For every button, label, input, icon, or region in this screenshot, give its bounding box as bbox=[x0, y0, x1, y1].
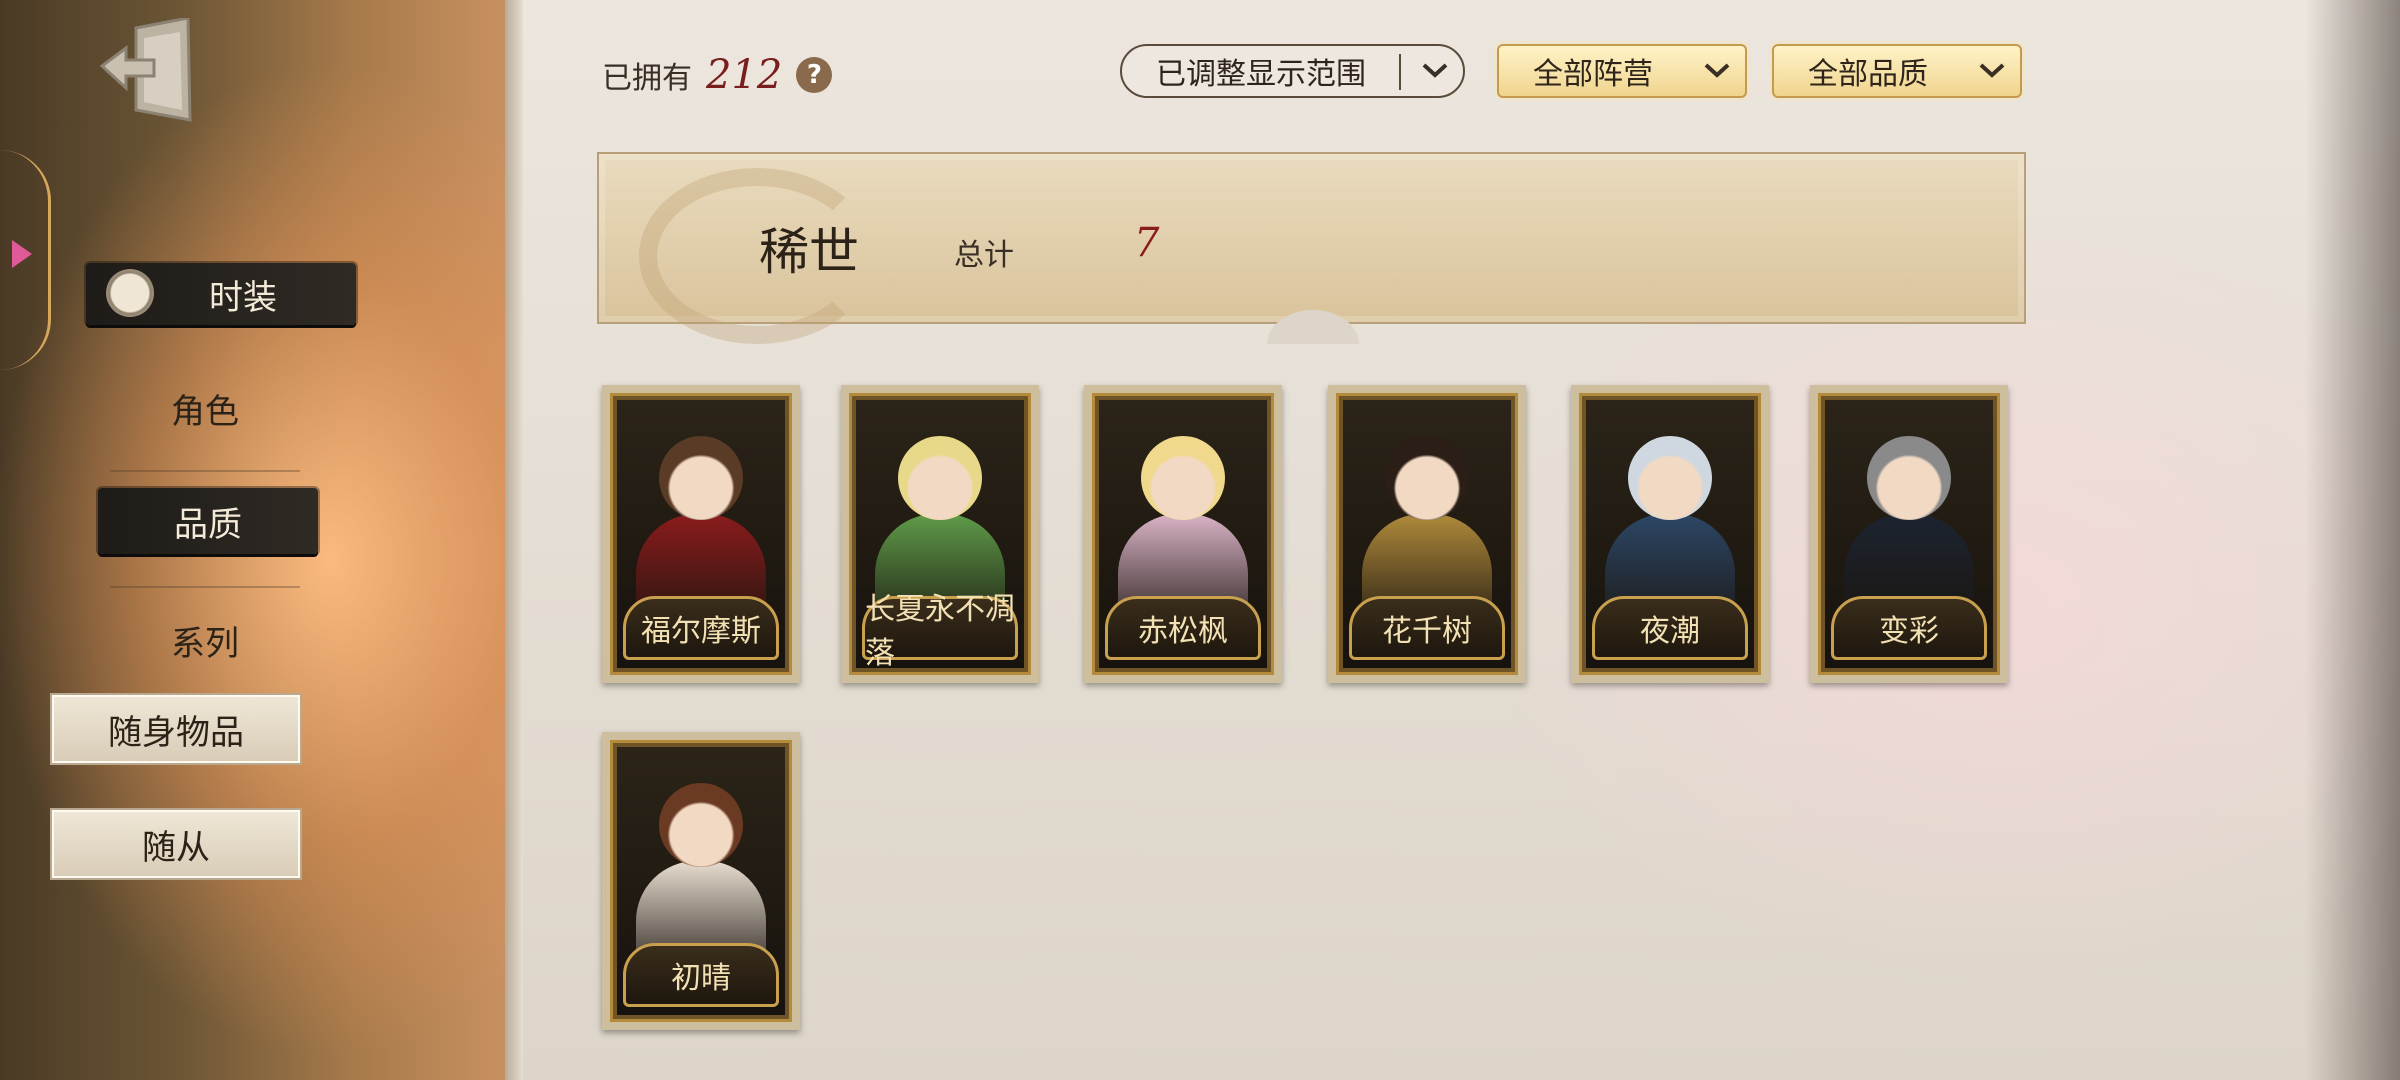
help-icon[interactable]: ? bbox=[796, 57, 833, 93]
card-frame: 花千树 bbox=[1336, 393, 1518, 675]
costume-card[interactable]: 夜潮 bbox=[1571, 385, 1769, 683]
main-panel: 已拥有 212 ? 已调整显示范围 全部阵营 全部品质 稀世 总计 7 福尔摩斯… bbox=[505, 0, 2400, 1080]
card-name-label: 变彩 bbox=[1831, 596, 1987, 660]
costume-card[interactable]: 花千树 bbox=[1328, 385, 1526, 683]
display-range-dropdown[interactable]: 已调整显示范围 bbox=[1120, 44, 1465, 98]
sidebar-item-series[interactable]: 系列 bbox=[110, 610, 300, 670]
camp-filter-dropdown[interactable]: 全部阵营 bbox=[1497, 44, 1747, 98]
sidebar-item-label: 随身物品 bbox=[108, 712, 244, 753]
chevron-down-icon bbox=[1422, 63, 1448, 78]
card-frame: 变彩 bbox=[1818, 393, 2000, 675]
owned-count: 212 bbox=[706, 52, 783, 98]
sidebar-item-label: 时装 bbox=[209, 277, 277, 318]
card-frame: 长夏永不凋落 bbox=[849, 393, 1031, 675]
character-head bbox=[1867, 436, 1951, 520]
section-title: 稀世 bbox=[759, 223, 859, 281]
card-name-label: 福尔摩斯 bbox=[623, 596, 779, 660]
character-head bbox=[1141, 436, 1225, 520]
costume-card[interactable]: 变彩 bbox=[1810, 385, 2008, 683]
dropdown-label: 全部品质 bbox=[1808, 57, 1928, 92]
sidebar-item-quality[interactable]: 品质 bbox=[98, 488, 318, 554]
quality-filter-dropdown[interactable]: 全部品质 bbox=[1772, 44, 2022, 98]
sidebar: 时装 角色 品质 系列 随身物品 随从 bbox=[0, 0, 505, 1080]
owned-label: 已拥有 bbox=[602, 61, 692, 96]
exit-icon[interactable] bbox=[98, 18, 198, 126]
dropdown-label: 已调整显示范围 bbox=[1156, 57, 1366, 92]
total-label: 总计 bbox=[954, 238, 1014, 273]
sidebar-item-followers[interactable]: 随从 bbox=[52, 810, 300, 878]
card-name-label: 花千树 bbox=[1349, 596, 1505, 660]
costume-card[interactable]: 赤松枫 bbox=[1084, 385, 1282, 683]
total-count: 7 bbox=[1134, 220, 1160, 266]
sidebar-item-fashion[interactable]: 时装 bbox=[86, 263, 356, 325]
sidebar-item-label: 随从 bbox=[142, 827, 210, 868]
sidebar-item-accessories[interactable]: 随身物品 bbox=[52, 695, 300, 763]
chevron-down-icon bbox=[1979, 63, 2005, 78]
character-head bbox=[1385, 436, 1469, 520]
card-name-label: 赤松枫 bbox=[1105, 596, 1261, 660]
card-frame: 福尔摩斯 bbox=[610, 393, 792, 675]
character-head bbox=[1628, 436, 1712, 520]
shield-icon bbox=[106, 269, 154, 317]
costume-card[interactable]: 初晴 bbox=[602, 732, 800, 1030]
rarity-section-banner: 稀世 总计 7 bbox=[597, 152, 2026, 344]
divider bbox=[110, 470, 300, 472]
card-frame: 夜潮 bbox=[1579, 393, 1761, 675]
sidebar-item-character[interactable]: 角色 bbox=[110, 378, 300, 438]
owned-counter: 已拥有 212 ? bbox=[602, 52, 833, 98]
card-frame: 赤松枫 bbox=[1092, 393, 1274, 675]
card-name-label: 初晴 bbox=[623, 943, 779, 1007]
chevron-down-icon bbox=[1704, 63, 1730, 78]
divider bbox=[110, 586, 300, 588]
card-name-label: 长夏永不凋落 bbox=[862, 592, 1018, 671]
expand-arrow-icon[interactable] bbox=[12, 240, 32, 268]
sidebar-item-label: 角色 bbox=[171, 391, 239, 432]
dropdown-label: 全部阵营 bbox=[1533, 57, 1653, 92]
character-head bbox=[659, 783, 743, 867]
sidebar-item-label: 品质 bbox=[174, 504, 242, 545]
character-head bbox=[898, 436, 982, 520]
sidebar-item-label: 系列 bbox=[171, 623, 239, 664]
card-name-label: 夜潮 bbox=[1592, 596, 1748, 660]
costume-card[interactable]: 长夏永不凋落 bbox=[841, 385, 1039, 683]
costume-card[interactable]: 福尔摩斯 bbox=[602, 385, 800, 683]
card-frame: 初晴 bbox=[610, 740, 792, 1022]
character-head bbox=[659, 436, 743, 520]
